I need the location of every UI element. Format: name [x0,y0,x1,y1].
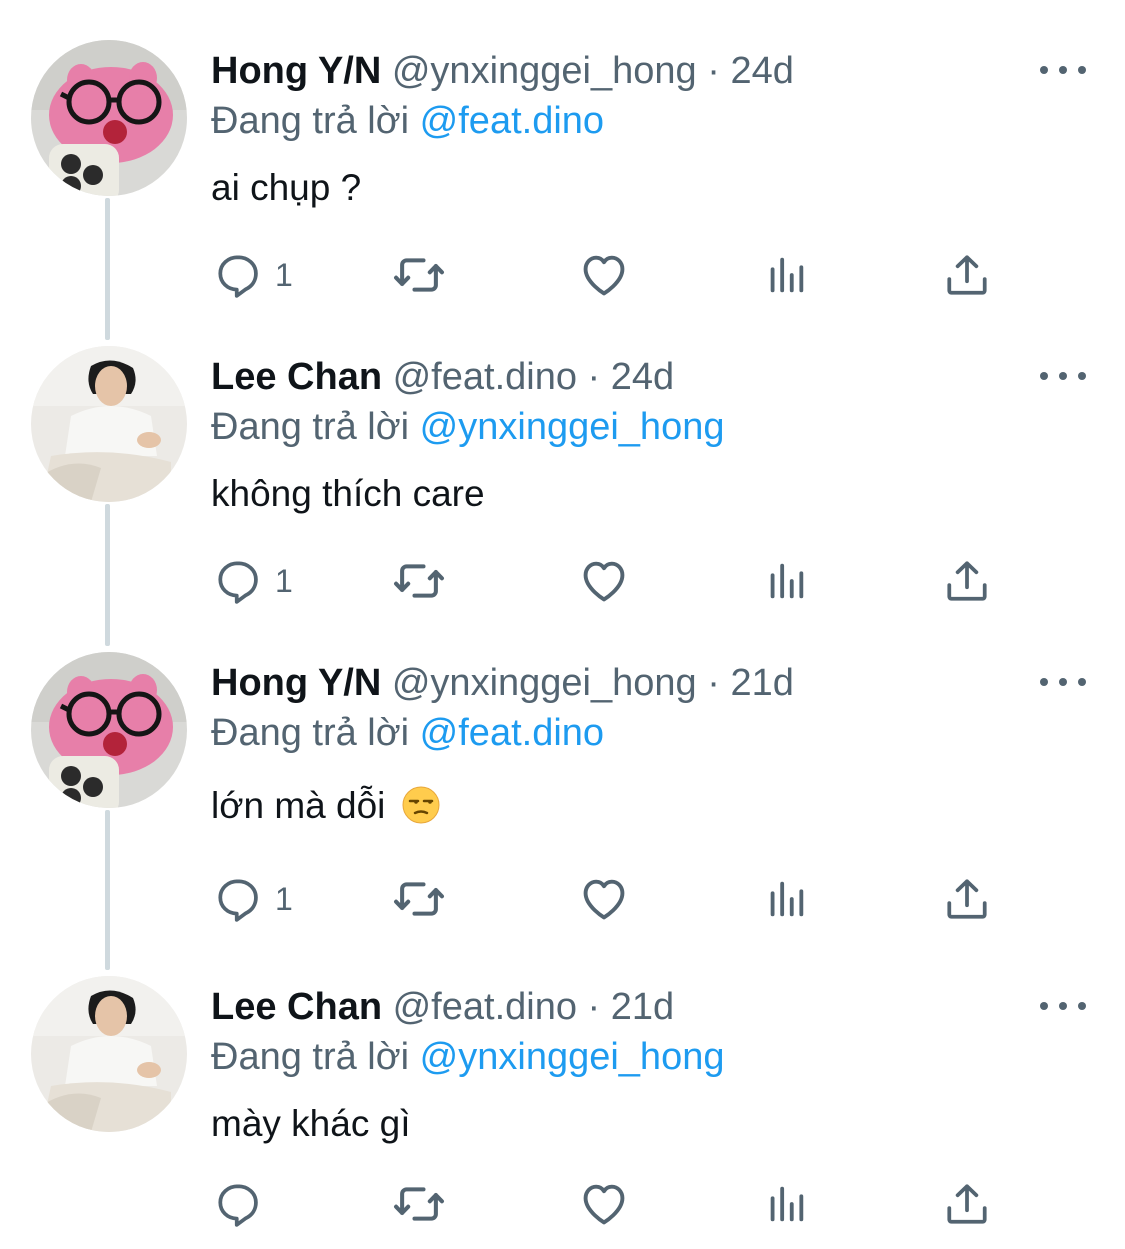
like-button[interactable] [578,1174,630,1234]
replying-to: Đang trả lời @feat.dino [211,710,604,756]
unamused-face-emoji [402,786,440,824]
action-bar: 1 [0,869,1125,929]
person-photo-avatar[interactable] [31,346,187,502]
tweet-text: ai chụp ? [211,167,362,208]
display-name[interactable]: Hong Y/N [211,662,381,704]
retweet-icon [392,554,446,608]
action-bar [0,1174,1125,1234]
retweet-icon [392,1177,446,1231]
share-button[interactable] [942,245,992,305]
display-name[interactable]: Hong Y/N [211,50,381,92]
replying-to-label: Đang trả lời [211,1036,410,1078]
views-button[interactable] [763,869,809,929]
replying-to: Đang trả lời @feat.dino [211,98,604,144]
tweet-header: Hong Y/N @ynxinggei_hong · 24d [211,48,794,94]
mention-link[interactable]: @ynxinggei_hong [420,406,725,448]
replying-to-label: Đang trả lời [211,406,410,448]
share-button[interactable] [942,1174,992,1234]
reply-button[interactable]: 1 [213,869,293,929]
user-handle[interactable]: @ynxinggei_hong [392,662,697,704]
timestamp[interactable]: · 21d [707,662,794,704]
views-button[interactable] [763,245,809,305]
replying-to-label: Đang trả lời [211,100,410,142]
tweet-header: Lee Chan @feat.dino · 21d [211,984,674,1030]
more-icon[interactable] [1040,366,1086,386]
like-button[interactable] [578,551,630,611]
replying-to: Đang trả lời @ynxinggei_hong [211,1034,724,1080]
views-icon [763,1181,809,1227]
retweet-button[interactable] [392,245,446,305]
timestamp[interactable]: · 21d [588,986,675,1028]
like-button[interactable] [578,245,630,305]
views-icon [763,558,809,604]
reply-icon [213,556,263,606]
pink-plush-avatar[interactable] [31,652,187,808]
mention-link[interactable]: @feat.dino [420,100,604,142]
more-icon[interactable] [1040,60,1086,80]
reply-button[interactable] [213,1174,275,1234]
timestamp[interactable]: · 24d [588,356,675,398]
retweet-button[interactable] [392,551,446,611]
tweet[interactable]: Hong Y/N @ynxinggei_hong · 21d Đang trả … [0,652,1125,962]
reply-icon [213,874,263,924]
like-button[interactable] [578,869,630,929]
retweet-button[interactable] [392,1174,446,1234]
timestamp[interactable]: · 24d [707,50,794,92]
tweet[interactable]: Lee Chan @feat.dino · 24d Đang trả lời @… [0,346,1125,636]
share-icon [942,1179,992,1229]
like-icon [578,249,630,301]
share-icon [942,556,992,606]
reply-count: 1 [275,562,293,599]
display-name[interactable]: Lee Chan [211,986,382,1028]
views-button[interactable] [763,1174,809,1234]
tweet-text: mày khác gì [211,1103,411,1144]
share-icon [942,250,992,300]
retweet-button[interactable] [392,869,446,929]
share-button[interactable] [942,869,992,929]
like-icon [578,1178,630,1230]
share-icon [942,874,992,924]
tweet-header: Hong Y/N @ynxinggei_hong · 21d [211,660,794,706]
reply-icon [213,250,263,300]
more-icon[interactable] [1040,996,1086,1016]
tweet[interactable]: Lee Chan @feat.dino · 21d Đang trả lời @… [0,976,1125,1249]
action-bar: 1 [0,245,1125,305]
reply-button[interactable]: 1 [213,245,293,305]
views-button[interactable] [763,551,809,611]
more-icon[interactable] [1040,672,1086,692]
person-photo-avatar[interactable] [31,976,187,1132]
user-handle[interactable]: @feat.dino [393,356,577,398]
tweet-text: không thích care [211,473,485,514]
user-handle[interactable]: @feat.dino [393,986,577,1028]
reply-button[interactable]: 1 [213,551,293,611]
pink-plush-avatar[interactable] [31,40,187,196]
replying-to-label: Đang trả lời [211,712,410,754]
replying-to: Đang trả lời @ynxinggei_hong [211,404,724,450]
mention-link[interactable]: @ynxinggei_hong [420,1036,725,1078]
like-icon [578,555,630,607]
user-handle[interactable]: @ynxinggei_hong [392,50,697,92]
mention-link[interactable]: @feat.dino [420,712,604,754]
tweet-text: lớn mà dỗi [211,785,386,826]
tweet-header: Lee Chan @feat.dino · 24d [211,354,674,400]
reply-count: 1 [275,880,293,917]
views-icon [763,252,809,298]
tweet-text-container: lớn mà dỗi [211,783,440,829]
reply-icon [213,1179,263,1229]
reply-count: 1 [275,256,293,293]
retweet-icon [392,872,446,926]
tweet[interactable]: Hong Y/N @ynxinggei_hong · 24d Đang trả … [0,40,1125,330]
display-name[interactable]: Lee Chan [211,356,382,398]
action-bar: 1 [0,551,1125,611]
share-button[interactable] [942,551,992,611]
like-icon [578,873,630,925]
views-icon [763,876,809,922]
retweet-icon [392,248,446,302]
